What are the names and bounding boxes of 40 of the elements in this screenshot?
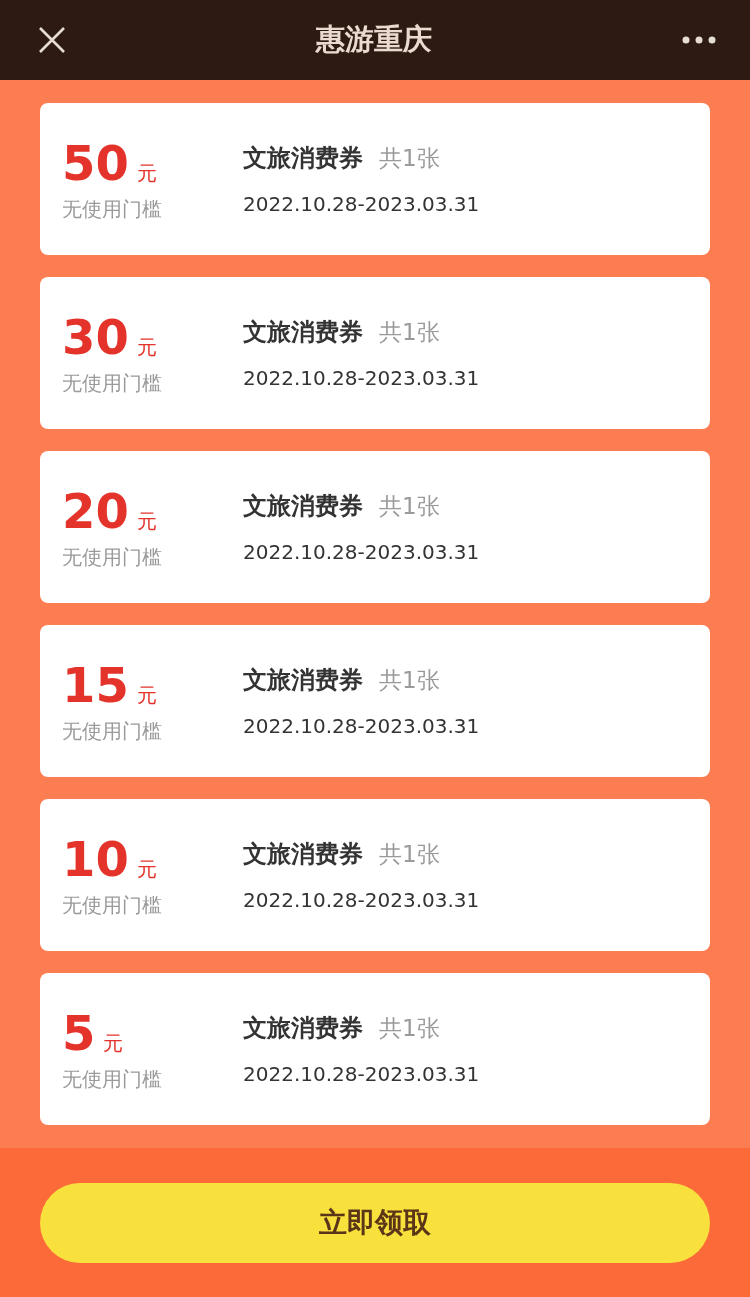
coupon-count: 共1张 (379, 840, 440, 869)
validity-period: 2022.10.28-2023.03.31 (243, 192, 480, 216)
coupon-count: 共1张 (379, 492, 440, 521)
currency-unit: 元 (136, 681, 157, 709)
coupon-name: 文旅消费券 (243, 1013, 363, 1044)
coupon-amount: 15 (62, 657, 129, 712)
currency-unit: 元 (136, 507, 157, 535)
coupon-name: 文旅消费券 (243, 143, 363, 174)
validity-period: 2022.10.28-2023.03.31 (243, 540, 480, 564)
claim-button[interactable]: 立即领取 (40, 1182, 710, 1263)
validity-period: 2022.10.28-2023.03.31 (243, 888, 480, 912)
coupon-count: 共1张 (379, 666, 440, 695)
page-title: 惠游重庆 (316, 21, 432, 58)
currency-unit: 元 (136, 333, 157, 361)
coupon-amount: 20 (62, 483, 129, 538)
close-icon[interactable] (38, 26, 66, 54)
usage-condition: 无使用门槛 (62, 1065, 163, 1093)
validity-period: 2022.10.28-2023.03.31 (243, 714, 480, 738)
more-icon[interactable] (682, 36, 716, 44)
coupon-amount: 5 (62, 1005, 96, 1060)
coupon-name: 文旅消费券 (243, 665, 363, 696)
validity-period: 2022.10.28-2023.03.31 (243, 366, 480, 390)
usage-condition: 无使用门槛 (62, 369, 163, 397)
currency-unit: 元 (136, 855, 157, 883)
usage-condition: 无使用门槛 (62, 891, 163, 919)
coupon-amount: 50 (62, 135, 129, 190)
coupon-name: 文旅消费券 (243, 491, 363, 522)
usage-condition: 无使用门槛 (62, 195, 163, 223)
coupon-name: 文旅消费券 (243, 839, 363, 870)
coupon-name: 文旅消费券 (243, 317, 363, 348)
coupon-count: 共1张 (379, 1014, 440, 1043)
validity-period: 2022.10.28-2023.03.31 (243, 1062, 480, 1086)
usage-condition: 无使用门槛 (62, 717, 163, 745)
currency-unit: 元 (136, 159, 157, 187)
coupon-amount: 30 (62, 309, 129, 364)
usage-condition: 无使用门槛 (62, 543, 163, 571)
currency-unit: 元 (103, 1029, 124, 1057)
coupon-count: 共1张 (379, 144, 440, 173)
coupon-amount: 10 (62, 831, 129, 886)
coupon-count: 共1张 (379, 318, 440, 347)
